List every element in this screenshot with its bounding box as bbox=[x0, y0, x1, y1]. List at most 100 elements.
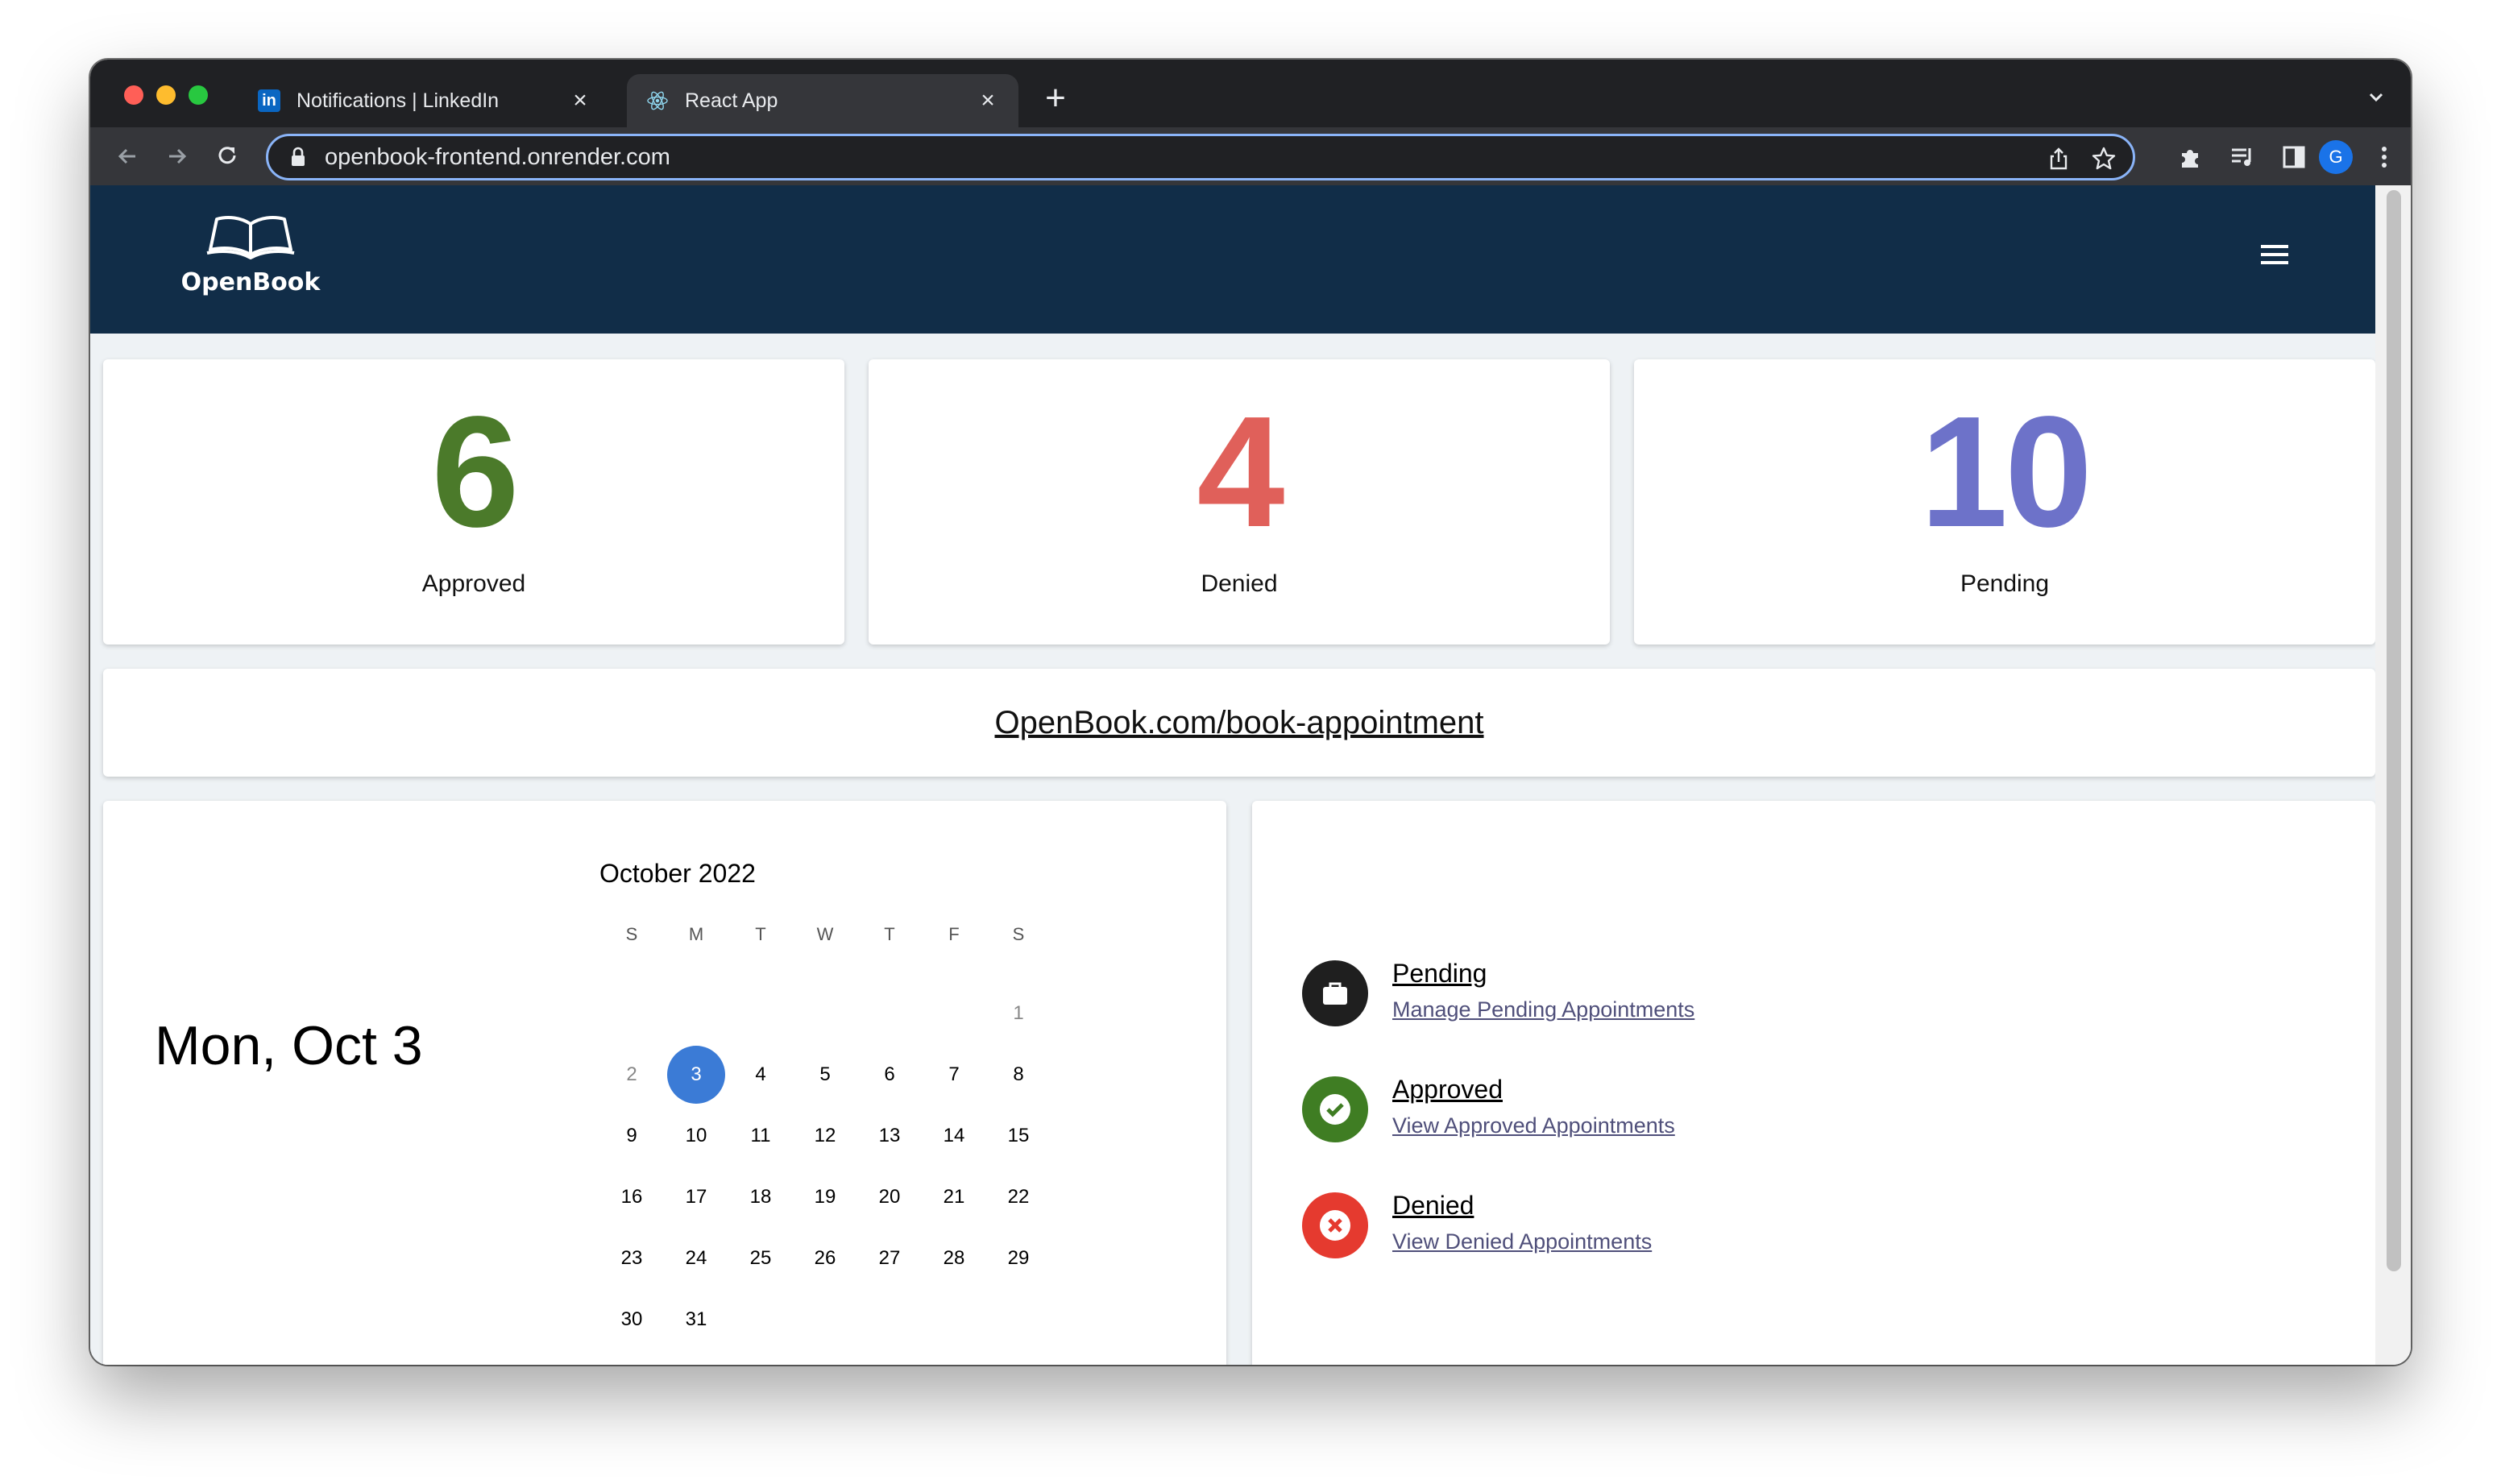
openbook-logo[interactable]: OpenBook bbox=[177, 213, 324, 296]
weekday-label: T bbox=[884, 924, 895, 944]
pending-link[interactable]: Pending bbox=[1392, 959, 1487, 989]
extensions-puzzle-icon[interactable] bbox=[2177, 143, 2204, 171]
calendar-month-title: October 2022 bbox=[599, 859, 756, 888]
calendar-week: 9 10 11 12 13 14 15 bbox=[599, 1105, 1051, 1167]
scrollbar-thumb[interactable] bbox=[2387, 190, 2401, 1271]
calendar-day[interactable]: 11 bbox=[728, 1107, 793, 1165]
denied-status-item: Denied View Denied Appointments bbox=[1302, 1191, 1866, 1258]
maximize-window-button[interactable] bbox=[189, 85, 208, 105]
react-icon bbox=[646, 89, 669, 112]
tab-react-app[interactable]: React App × bbox=[627, 74, 1018, 127]
briefcase-icon bbox=[1302, 960, 1368, 1026]
calendar-day[interactable]: 8 bbox=[986, 1046, 1051, 1104]
calendar-day[interactable]: 24 bbox=[664, 1229, 728, 1287]
calendar-day[interactable]: 1 bbox=[986, 984, 1051, 1043]
denied-link[interactable]: Denied bbox=[1392, 1191, 1474, 1221]
reload-icon[interactable] bbox=[213, 142, 242, 171]
calendar-week: 1 bbox=[599, 983, 1051, 1044]
address-bar[interactable]: openbook-frontend.onrender.com bbox=[266, 134, 2135, 180]
calendar-day[interactable]: 12 bbox=[793, 1107, 857, 1165]
calendar-day[interactable]: 27 bbox=[857, 1229, 922, 1287]
side-panel-icon[interactable] bbox=[2280, 143, 2308, 171]
share-icon[interactable] bbox=[2046, 146, 2072, 172]
weekday-label: W bbox=[816, 924, 834, 944]
calendar-day[interactable]: 28 bbox=[922, 1229, 986, 1287]
selected-day-label: 3 bbox=[667, 1046, 725, 1104]
forward-arrow-icon[interactable] bbox=[163, 142, 192, 171]
close-tab-icon[interactable]: × bbox=[977, 87, 999, 114]
browser-toolbar: openbook-frontend.onrender.com G bbox=[90, 127, 2411, 185]
x-icon bbox=[1302, 1192, 1368, 1258]
calendar-day[interactable]: 30 bbox=[599, 1291, 664, 1349]
browser-window: in Notifications | LinkedIn × React App … bbox=[90, 60, 2411, 1365]
pending-label: Pending bbox=[1960, 570, 2050, 597]
calendar-day[interactable]: 21 bbox=[922, 1168, 986, 1226]
more-menu-icon[interactable] bbox=[2370, 143, 2398, 171]
page-viewport: OpenBook 6 Approved 4 Denied 10 Pending … bbox=[90, 185, 2411, 1365]
calendar-day[interactable]: 16 bbox=[599, 1168, 664, 1226]
today-date: Mon, Oct 3 bbox=[155, 1015, 423, 1076]
manage-pending-link[interactable]: Manage Pending Appointments bbox=[1392, 997, 1694, 1022]
lock-icon bbox=[292, 147, 305, 166]
denied-count: 4 bbox=[1197, 383, 1284, 560]
tab-linkedin[interactable]: in Notifications | LinkedIn × bbox=[238, 74, 611, 127]
calendar-day[interactable]: 5 bbox=[793, 1046, 857, 1104]
pending-count: 10 bbox=[1919, 383, 2092, 560]
view-approved-link[interactable]: View Approved Appointments bbox=[1392, 1113, 1675, 1138]
approved-count: 6 bbox=[431, 383, 519, 560]
close-window-button[interactable] bbox=[124, 85, 143, 105]
calendar-day[interactable]: 26 bbox=[793, 1229, 857, 1287]
app-header: OpenBook bbox=[90, 185, 2375, 334]
new-tab-button[interactable]: + bbox=[1038, 81, 1073, 118]
calendar-day[interactable]: 6 bbox=[857, 1046, 922, 1104]
calendar-day[interactable]: 10 bbox=[664, 1107, 728, 1165]
approved-link[interactable]: Approved bbox=[1392, 1075, 1503, 1105]
profile-avatar[interactable]: G bbox=[2319, 140, 2353, 174]
hamburger-menu-icon[interactable] bbox=[2256, 238, 2293, 271]
scrollbar[interactable] bbox=[2375, 185, 2411, 1365]
calendar-day[interactable]: 7 bbox=[922, 1046, 986, 1104]
url-text: openbook-frontend.onrender.com bbox=[325, 143, 670, 170]
calendar-grid: S M T W T F S 1 2 3 4 5 6 7 8 9 10 11 12… bbox=[599, 918, 1051, 1350]
denied-stat-card: 4 Denied bbox=[869, 359, 1610, 645]
calendar-day-selected[interactable]: 3 bbox=[664, 1046, 728, 1104]
calendar-week: 30 31 bbox=[599, 1289, 1051, 1350]
calendar-day[interactable]: 18 bbox=[728, 1168, 793, 1226]
booking-link-card: OpenBook.com/book-appointment bbox=[103, 669, 2375, 777]
view-denied-link[interactable]: View Denied Appointments bbox=[1392, 1229, 1652, 1254]
approved-status-item: Approved View Approved Appointments bbox=[1302, 1075, 1866, 1142]
calendar-week: 23 24 25 26 27 28 29 bbox=[599, 1228, 1051, 1289]
calendar-day[interactable]: 9 bbox=[599, 1107, 664, 1165]
approved-label: Approved bbox=[421, 570, 526, 597]
calendar-day[interactable]: 29 bbox=[986, 1229, 1051, 1287]
tab-title: React App bbox=[685, 89, 778, 112]
calendar-day[interactable]: 13 bbox=[857, 1107, 922, 1165]
calendar-day[interactable]: 23 bbox=[599, 1229, 664, 1287]
calendar-panel: Mon, Oct 3 October 2022 S M T W T F S 1 … bbox=[103, 801, 1226, 1365]
check-icon bbox=[1302, 1076, 1368, 1142]
calendar-day[interactable]: 19 bbox=[793, 1168, 857, 1226]
calendar-day[interactable]: 20 bbox=[857, 1168, 922, 1226]
calendar-week: 16 17 18 19 20 21 22 bbox=[599, 1167, 1051, 1228]
calendar-day[interactable]: 4 bbox=[728, 1046, 793, 1104]
back-arrow-icon[interactable] bbox=[113, 142, 142, 171]
minimize-window-button[interactable] bbox=[156, 85, 176, 105]
chevron-down-icon[interactable] bbox=[2364, 85, 2388, 110]
calendar-day[interactable]: 15 bbox=[986, 1107, 1051, 1165]
weekday-label: S bbox=[625, 924, 638, 944]
calendar-day[interactable]: 22 bbox=[986, 1168, 1051, 1226]
calendar-day[interactable]: 14 bbox=[922, 1107, 986, 1165]
calendar-day[interactable]: 17 bbox=[664, 1168, 728, 1226]
booking-link[interactable]: OpenBook.com/book-appointment bbox=[994, 705, 1483, 741]
weekday-label: S bbox=[1012, 924, 1025, 944]
pending-status-item: Pending Manage Pending Appointments bbox=[1302, 959, 1866, 1026]
linkedin-icon: in bbox=[258, 89, 280, 112]
calendar-day[interactable]: 31 bbox=[664, 1291, 728, 1349]
media-queue-icon[interactable] bbox=[2229, 143, 2256, 171]
calendar-day[interactable]: 25 bbox=[728, 1229, 793, 1287]
weekday-label: T bbox=[755, 924, 766, 944]
calendar-day[interactable]: 2 bbox=[599, 1046, 664, 1104]
open-book-icon bbox=[206, 216, 295, 259]
bookmark-star-icon[interactable] bbox=[2091, 146, 2117, 172]
close-tab-icon[interactable]: × bbox=[569, 87, 591, 114]
